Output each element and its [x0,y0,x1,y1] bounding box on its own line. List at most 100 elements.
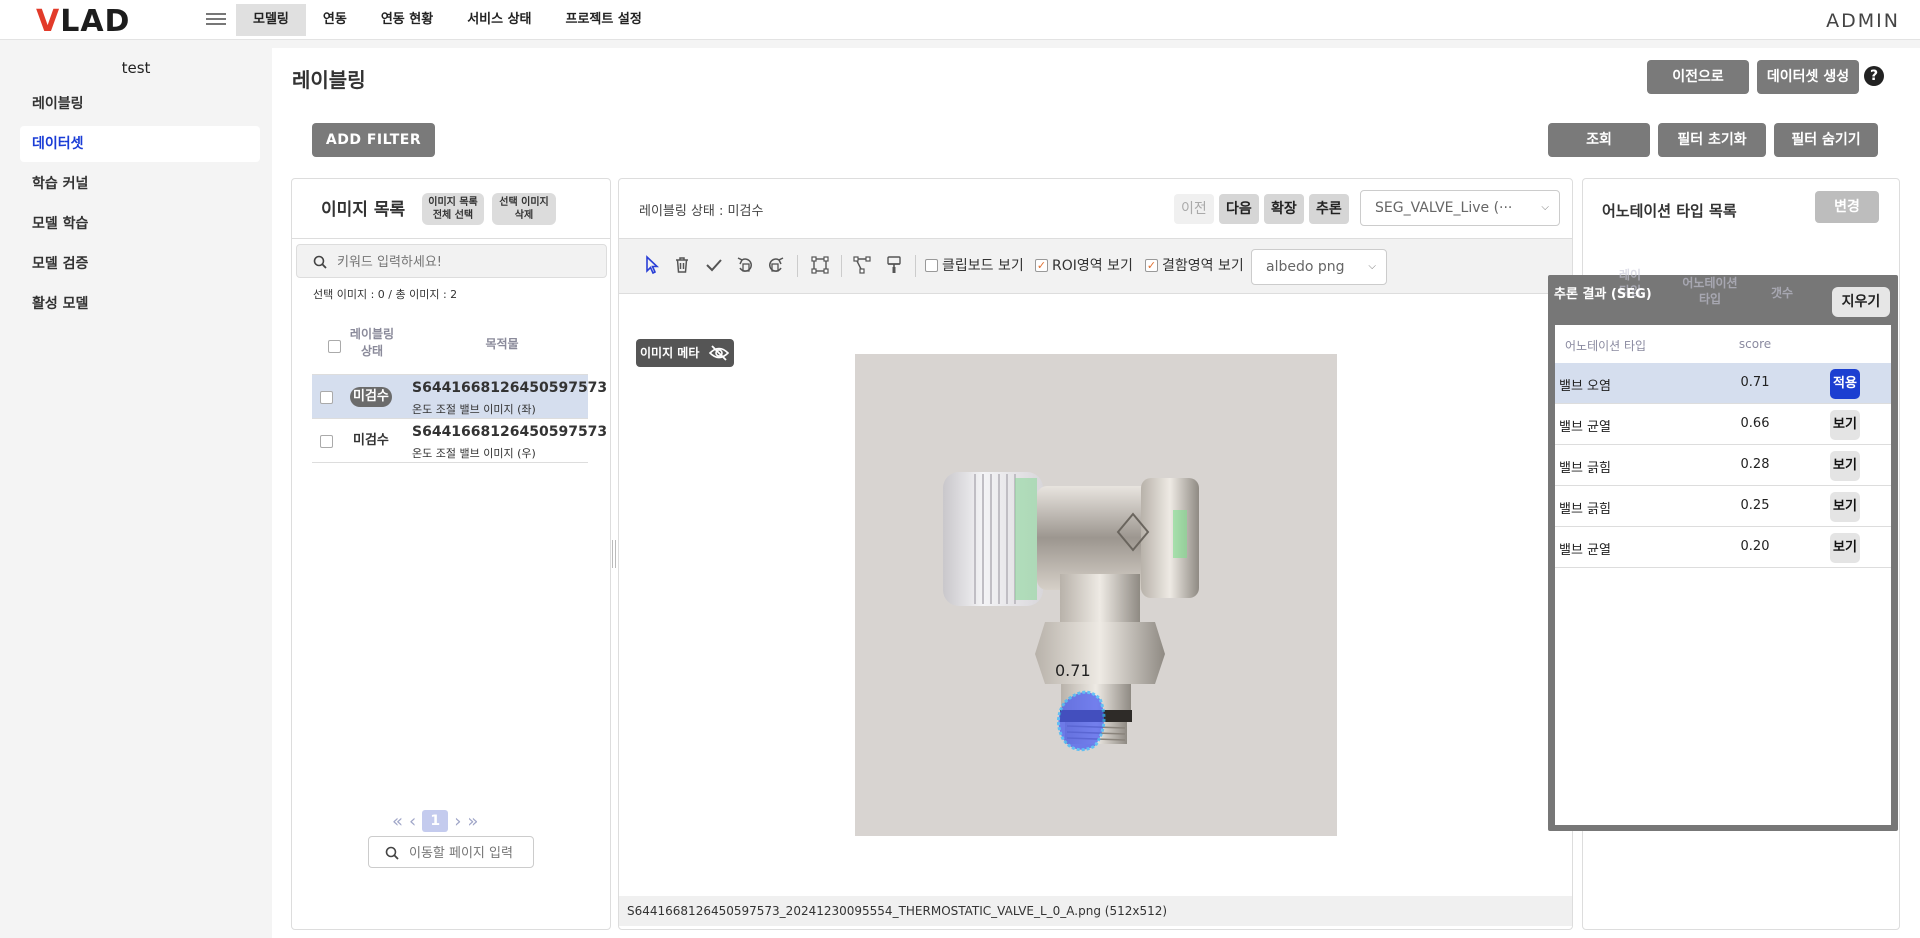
annotation-score: 0.20 [1740,539,1770,554]
logo[interactable]: VLAD [36,4,130,39]
nav-integration-status[interactable]: 연동 현황 [364,4,450,36]
clear-button[interactable]: 지우기 [1832,287,1890,317]
annotation-score: 0.66 [1740,416,1770,431]
project-name: test [121,59,151,77]
page-number[interactable]: 1 [422,810,449,832]
back-button[interactable]: 이전으로 [1647,60,1749,94]
infer-button[interactable]: 추론 [1309,194,1349,224]
valve-image: 0.71 [855,354,1337,836]
trash-icon[interactable] [671,254,693,276]
view-button[interactable]: 보기 [1830,533,1860,563]
sidebar-item-model-training[interactable]: 모델 학습 [20,206,260,242]
image-meta-label: 이미지 메타 [640,346,700,360]
view-button[interactable]: 보기 [1830,451,1860,481]
brush-icon[interactable] [883,254,905,276]
view-button[interactable]: 보기 [1830,492,1860,522]
divider [915,255,916,277]
sidebar-item-model-validation[interactable]: 모델 검증 [20,246,260,282]
defect-checkbox[interactable]: ✓ [1145,258,1158,272]
column-type: 어노테이션 타입 [1565,339,1647,353]
bounding-box-icon[interactable] [809,254,831,276]
table-row[interactable]: 밸브 긁힘 0.25 보기 [1555,486,1891,527]
hide-filter-button[interactable]: 필터 숨기기 [1774,123,1878,157]
nav-modeling[interactable]: 모델링 [236,4,306,36]
divider [797,255,798,277]
table-row[interactable]: 밸브 오염 0.71 적용 [1555,363,1891,404]
clipboard-checkbox[interactable] [925,258,938,272]
last-page-icon[interactable]: » [467,811,478,832]
image-meta-toggle[interactable]: 이미지 메타 [636,339,734,367]
sidebar-item-dataset[interactable]: 데이터셋 [20,126,260,162]
sidebar-item-training-kernel[interactable]: 학습 커널 [20,166,260,202]
change-button[interactable]: 변경 [1815,191,1879,223]
apply-button[interactable]: 적용 [1830,369,1860,399]
column-count: 갯수 [1770,286,1794,300]
row-checkbox[interactable] [320,435,333,448]
select-all-label-1: 이미지 목록 [428,197,478,208]
first-page-icon[interactable]: « [392,811,403,832]
select-all-checkbox[interactable] [328,340,341,353]
nav-service-status[interactable]: 서비스 상태 [450,4,548,36]
row-checkbox[interactable] [320,391,333,404]
column-label-type-1: 레이 [1618,268,1642,282]
page-jump [368,836,534,868]
next-page-icon[interactable]: › [454,811,461,832]
eye-off-icon [708,345,730,361]
view-button[interactable]: 보기 [1830,410,1860,440]
clipboard-label: 클립보드 보기 [942,258,1024,274]
annotation-score: 0.25 [1740,498,1770,513]
table-row[interactable]: 밸브 균열 0.66 보기 [1555,404,1891,445]
user-name[interactable]: ADMIN [1826,10,1900,32]
annotation-name: 밸브 긁힘 [1559,502,1611,517]
inference-result-panel[interactable]: 레이 타입 추론 결과 (SEG) 어노테이션 타입 갯수 지우기 어노테이션 … [1548,268,1898,831]
pagination: « ‹ 1 › » [392,810,478,832]
table-row[interactable]: 밸브 균열 0.20 보기 [1555,527,1891,568]
table-row[interactable]: 미검수 S6441668126450597573 온도 조절 밸브 이미지 (좌… [312,375,607,419]
select-all-button[interactable]: 이미지 목록 전체 선택 [422,193,484,225]
nav-integration[interactable]: 연동 [306,4,364,36]
column-object: 목적물 [485,337,519,351]
model-select-value: SEG_VALVE_Live (··· [1375,200,1513,216]
defect-toggle[interactable]: ✓ 결함영역 보기 [1145,255,1244,275]
delete-selected-button[interactable]: 선택 이미지 삭제 [492,193,556,225]
polygon-icon[interactable] [851,254,873,276]
column-status-label-2: 상태 [360,344,384,358]
add-filter-button[interactable]: ADD FILTER [312,123,435,157]
select-all-label-2: 전체 선택 [432,210,474,221]
table-row[interactable]: 밸브 긁힘 0.28 보기 [1555,445,1891,486]
filename: S6441668126450597573_20241230095554_THER… [627,904,1101,918]
top-bar: VLAD 모델링 연동 연동 현황 서비스 상태 프로젝트 설정 ADMIN [0,0,1920,40]
nav-project-settings[interactable]: 프로젝트 설정 [549,4,659,36]
prev-page-icon[interactable]: ‹ [409,811,416,832]
clipboard-toggle[interactable]: 클립보드 보기 [925,255,1024,275]
prev-image-button[interactable]: 이전 [1174,194,1214,224]
annotation-name: 밸브 균열 [1559,543,1611,558]
sidebar-item-active-model[interactable]: 활성 모델 [20,286,260,322]
page-jump-input[interactable] [409,843,527,863]
reset-filter-button[interactable]: 필터 초기화 [1658,123,1766,157]
image-type-select[interactable]: albedo png ⌵ [1251,249,1387,285]
check-icon[interactable] [703,254,725,276]
pointer-icon[interactable] [641,254,663,276]
model-select[interactable]: SEG_VALVE_Live (··· ⌵ [1360,190,1560,226]
roi-toggle[interactable]: ✓ ROI영역 보기 [1035,255,1133,275]
expand-button[interactable]: 확장 [1264,194,1304,224]
menu-icon[interactable] [206,10,226,28]
search-icon [385,846,399,860]
redo-icon[interactable] [765,254,787,276]
create-dataset-button[interactable]: 데이터셋 생성 [1757,60,1859,94]
help-icon[interactable]: ? [1864,66,1884,86]
column-annotation-type: 어노테이션 타입 [1670,275,1750,307]
roi-checkbox[interactable]: ✓ [1035,258,1048,272]
next-image-button[interactable]: 다음 [1219,194,1259,224]
search-button[interactable]: 조회 [1548,123,1650,157]
defect-label: 결함영역 보기 [1162,258,1244,274]
resize-handle[interactable] [612,540,616,568]
sidebar-item-labeling[interactable]: 레이블링 [20,86,260,122]
table-row[interactable]: 미검수 S6441668126450597573 온도 조절 밸브 이미지 (우… [312,419,607,463]
status-badge: 미검수 [353,433,389,448]
keyword-search-input[interactable] [337,251,587,273]
image-canvas[interactable]: 0.71 [855,354,1337,836]
undo-icon[interactable] [734,254,756,276]
page-title: 레이블링 [292,68,366,92]
